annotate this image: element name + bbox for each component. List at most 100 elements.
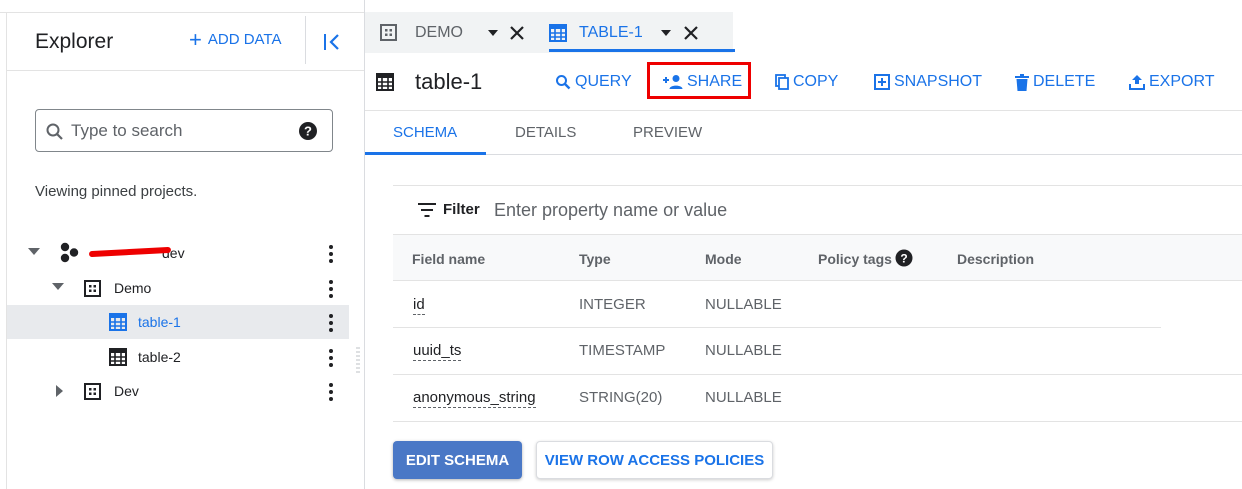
- search-input[interactable]: [71, 118, 291, 144]
- snapshot-icon: [874, 74, 890, 90]
- tab-menu-dropdown-icon[interactable]: [487, 29, 499, 37]
- delete-button[interactable]: DELETE: [1015, 73, 1095, 91]
- search-icon: [555, 74, 571, 90]
- export-icon: [1129, 74, 1145, 90]
- tab-schema[interactable]: SCHEMA: [393, 124, 457, 141]
- edit-schema-button[interactable]: EDIT SCHEMA: [393, 441, 522, 479]
- snapshot-label: SNAPSHOT: [894, 73, 983, 90]
- tree-item-table-2[interactable]: table-2: [7, 340, 349, 374]
- tab-bar-blank: [733, 12, 1242, 53]
- plus-icon: +: [189, 26, 202, 52]
- view-row-access-policies-button[interactable]: VIEW ROW ACCESS POLICIES: [536, 441, 773, 479]
- help-icon[interactable]: ?: [298, 121, 318, 141]
- explorer-divider: [7, 70, 364, 71]
- active-subtab-indicator: [365, 152, 486, 155]
- collapse-panel-icon[interactable]: [322, 33, 342, 51]
- tab-table-1[interactable]: TABLE-1: [549, 12, 719, 53]
- add-data-button[interactable]: + ADD DATA: [189, 26, 282, 52]
- tab-table-1-label: TABLE-1: [579, 23, 643, 41]
- more-options-icon[interactable]: [327, 279, 335, 299]
- filter-label: Filter: [443, 201, 480, 218]
- more-options-icon[interactable]: [327, 348, 335, 368]
- table-title: table-1: [415, 69, 483, 94]
- header-separator: [305, 16, 306, 64]
- pinned-projects-text: Viewing pinned projects.: [35, 183, 198, 200]
- column-header-policy-tags[interactable]: Policy tags: [818, 251, 892, 267]
- tree-item-table-1[interactable]: table-1: [7, 305, 349, 339]
- schema-field-mode: NULLABLE: [705, 389, 782, 406]
- table-icon: [549, 23, 567, 42]
- schema-field-name[interactable]: anonymous_string: [413, 389, 536, 408]
- table-icon: [376, 73, 394, 91]
- table-name-label: table-2: [138, 349, 181, 365]
- snapshot-button[interactable]: SNAPSHOT: [874, 73, 982, 91]
- expand-caret-icon[interactable]: [56, 385, 63, 397]
- export-label: EXPORT: [1149, 73, 1215, 90]
- close-icon[interactable]: [509, 25, 525, 41]
- tab-preview[interactable]: PREVIEW: [633, 124, 702, 141]
- column-header-mode[interactable]: Mode: [705, 251, 742, 267]
- add-data-label: ADD DATA: [207, 31, 282, 48]
- expand-caret-icon[interactable]: [28, 248, 40, 255]
- schema-field-name[interactable]: id: [413, 296, 425, 315]
- tab-demo[interactable]: DEMO: [380, 12, 525, 53]
- schema-field-type: STRING(20): [579, 389, 663, 406]
- search-box[interactable]: ?: [35, 109, 333, 152]
- search-icon: [45, 122, 65, 142]
- expand-caret-icon[interactable]: [52, 283, 64, 290]
- column-header-field-name[interactable]: Field name: [412, 251, 485, 267]
- share-highlight-box: [647, 62, 751, 99]
- query-button[interactable]: QUERY: [555, 73, 632, 91]
- tab-bar: DEMO TABLE-1: [365, 12, 1242, 53]
- svg-text:?: ?: [900, 252, 907, 266]
- trash-icon: [1015, 73, 1029, 91]
- dataset-icon: [84, 280, 101, 297]
- close-icon[interactable]: [683, 25, 699, 41]
- delete-label: DELETE: [1033, 73, 1096, 90]
- copy-label: COPY: [793, 73, 839, 90]
- schema-field-mode: NULLABLE: [705, 296, 782, 313]
- row-divider: [393, 421, 1242, 422]
- project-hexagon-icon: [57, 242, 81, 264]
- active-tab-indicator: [549, 49, 735, 52]
- policy-tags-help-icon[interactable]: ?: [895, 249, 913, 267]
- dataset-name-label: Demo: [114, 280, 152, 296]
- filter-icon[interactable]: [418, 203, 436, 217]
- subtab-divider: [365, 154, 1242, 155]
- tree-item-project[interactable]: dev: [7, 236, 349, 270]
- filter-input[interactable]: [494, 197, 994, 223]
- redaction-mark: [88, 246, 172, 258]
- query-label: QUERY: [575, 73, 632, 90]
- tree-item-dataset-demo[interactable]: Demo: [7, 271, 349, 305]
- row-divider: [393, 374, 1242, 375]
- explorer-top-border: [0, 12, 364, 13]
- tab-menu-dropdown-icon[interactable]: [660, 29, 672, 37]
- dataset-name-label: Dev: [114, 383, 139, 399]
- table-icon: [109, 313, 127, 331]
- column-header-type[interactable]: Type: [579, 251, 611, 267]
- resize-handle[interactable]: [355, 347, 361, 373]
- table-icon: [109, 348, 127, 366]
- dataset-icon: [380, 24, 397, 41]
- column-header-description[interactable]: Description: [957, 251, 1034, 267]
- svg-text:?: ?: [304, 124, 312, 139]
- explorer-title: Explorer: [35, 30, 114, 53]
- schema-top-border: [393, 185, 1242, 186]
- schema-field-type: INTEGER: [579, 296, 646, 313]
- row-divider: [393, 327, 1161, 328]
- tree-item-dataset-dev[interactable]: Dev: [7, 374, 349, 408]
- schema-field-name[interactable]: uuid_ts: [413, 342, 462, 361]
- more-options-icon[interactable]: [327, 313, 335, 333]
- schema-field-type: TIMESTAMP: [579, 342, 666, 359]
- more-options-icon[interactable]: [327, 244, 335, 264]
- copy-button[interactable]: COPY: [775, 73, 838, 91]
- schema-field-mode: NULLABLE: [705, 342, 782, 359]
- tab-details[interactable]: DETAILS: [515, 124, 576, 141]
- copy-icon: [775, 74, 789, 90]
- tab-demo-label: DEMO: [415, 23, 463, 41]
- more-options-icon[interactable]: [327, 382, 335, 402]
- export-button[interactable]: EXPORT: [1129, 73, 1215, 91]
- dataset-icon: [84, 383, 101, 400]
- toolbar-divider: [365, 110, 1242, 111]
- table-name-label: table-1: [138, 314, 181, 330]
